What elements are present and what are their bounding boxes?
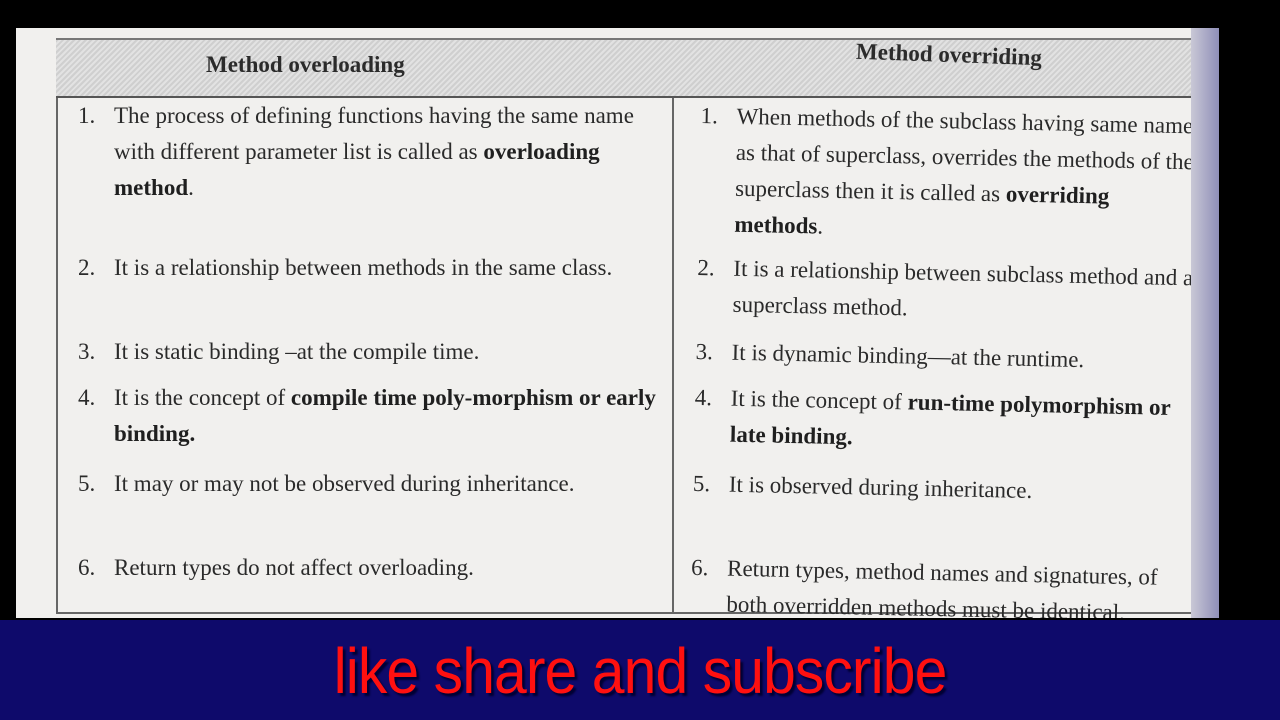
overloading-point-4: 4. It is the concept of compile time poly… [78, 380, 658, 452]
text-run: It is observed during inheritance. [728, 471, 1033, 504]
point-number: 1. [700, 102, 719, 129]
overloading-point-3: 3. It is static binding –at the compile t… [78, 334, 479, 370]
text-run: . [188, 175, 194, 200]
overloading-point-1: 1. The process of defining functions havi… [78, 98, 658, 206]
overloading-point-5: 5. It may or may not be observed during i… [78, 466, 575, 502]
point-text: It is static binding –at the compile tim… [114, 334, 479, 370]
comparison-table: Method overloading Method overriding 1. T… [56, 38, 1206, 618]
point-text: Return types, method names and signature… [726, 551, 1191, 618]
page-edge [1191, 28, 1219, 618]
point-number: 6. [78, 555, 96, 580]
text-run: It is the concept of [114, 385, 291, 410]
header-method-overriding: Method overriding [855, 38, 1043, 71]
point-number: 3. [695, 338, 714, 365]
table-border-left [56, 38, 58, 612]
point-text: It may or may not be observed during inh… [114, 466, 575, 502]
point-text: Return types do not affect overloading. [114, 550, 474, 586]
point-text: It is dynamic binding—at the runtime. [731, 335, 1084, 378]
overriding-point-6: 6. Return types, method names and signatu… [690, 550, 1191, 618]
text-run: . [817, 213, 824, 239]
point-number: 2. [78, 255, 96, 280]
overriding-column: 1. When methods of the subclass having sa… [691, 98, 1201, 618]
point-text: It is observed during inheritance. [729, 467, 1033, 509]
text-run: It is the concept of [730, 385, 908, 415]
point-number: 5. [78, 471, 96, 496]
text-run: When methods of the subclass having same… [734, 103, 1195, 207]
point-text: When methods of the subclass having same… [734, 99, 1201, 253]
point-number: 6. [690, 554, 709, 581]
point-text: It is a relationship between subclass me… [732, 251, 1197, 333]
point-number: 4. [694, 384, 713, 411]
overloading-point-2: 2. It is a relationship between methods i… [78, 250, 612, 286]
point-text: It is a relationship between methods in … [114, 250, 612, 286]
overriding-point-2: 2. It is a relationship between subclass … [696, 250, 1197, 332]
point-number: 3. [78, 339, 96, 364]
overriding-point-3: 3. It is dynamic binding—at the runtime. [695, 334, 1084, 378]
overriding-point-5: 5. It is observed during inheritance. [693, 466, 1033, 509]
point-text: It is the concept of run-time polymorphi… [730, 381, 1195, 463]
subscribe-banner: like share and subscribe [0, 620, 1280, 720]
text-run: It is static binding –at the compile tim… [114, 339, 480, 364]
point-number: 1. [78, 103, 96, 128]
text-run: It is a relationship between subclass me… [732, 255, 1194, 321]
overriding-point-4: 4. It is the concept of run-time polymorp… [694, 380, 1195, 462]
overriding-point-1: 1. When methods of the subclass having sa… [698, 98, 1201, 252]
overloading-point-6: 6. Return types do not affect overloading… [78, 550, 474, 586]
text-run: Return types, method names and signature… [726, 555, 1158, 618]
banner-text: like share and subscribe [333, 635, 948, 707]
text-run: It is dynamic binding—at the runtime. [731, 339, 1085, 373]
point-text: The process of defining functions having… [114, 98, 658, 206]
point-number: 5. [692, 470, 711, 497]
point-number: 4. [78, 385, 96, 410]
text-run: It may or may not be observed during inh… [114, 471, 575, 496]
text-run: It is a relationship between methods in … [114, 255, 613, 280]
table-header-row: Method overloading Method overriding [56, 38, 1191, 98]
point-text: It is the concept of compile time poly-m… [114, 380, 658, 452]
point-number: 2. [697, 254, 715, 281]
column-divider [672, 38, 674, 612]
document-photo: Method overloading Method overriding 1. T… [16, 28, 1219, 618]
header-method-overloading: Method overloading [206, 52, 405, 77]
text-run: Return types do not affect overloading. [114, 555, 474, 580]
